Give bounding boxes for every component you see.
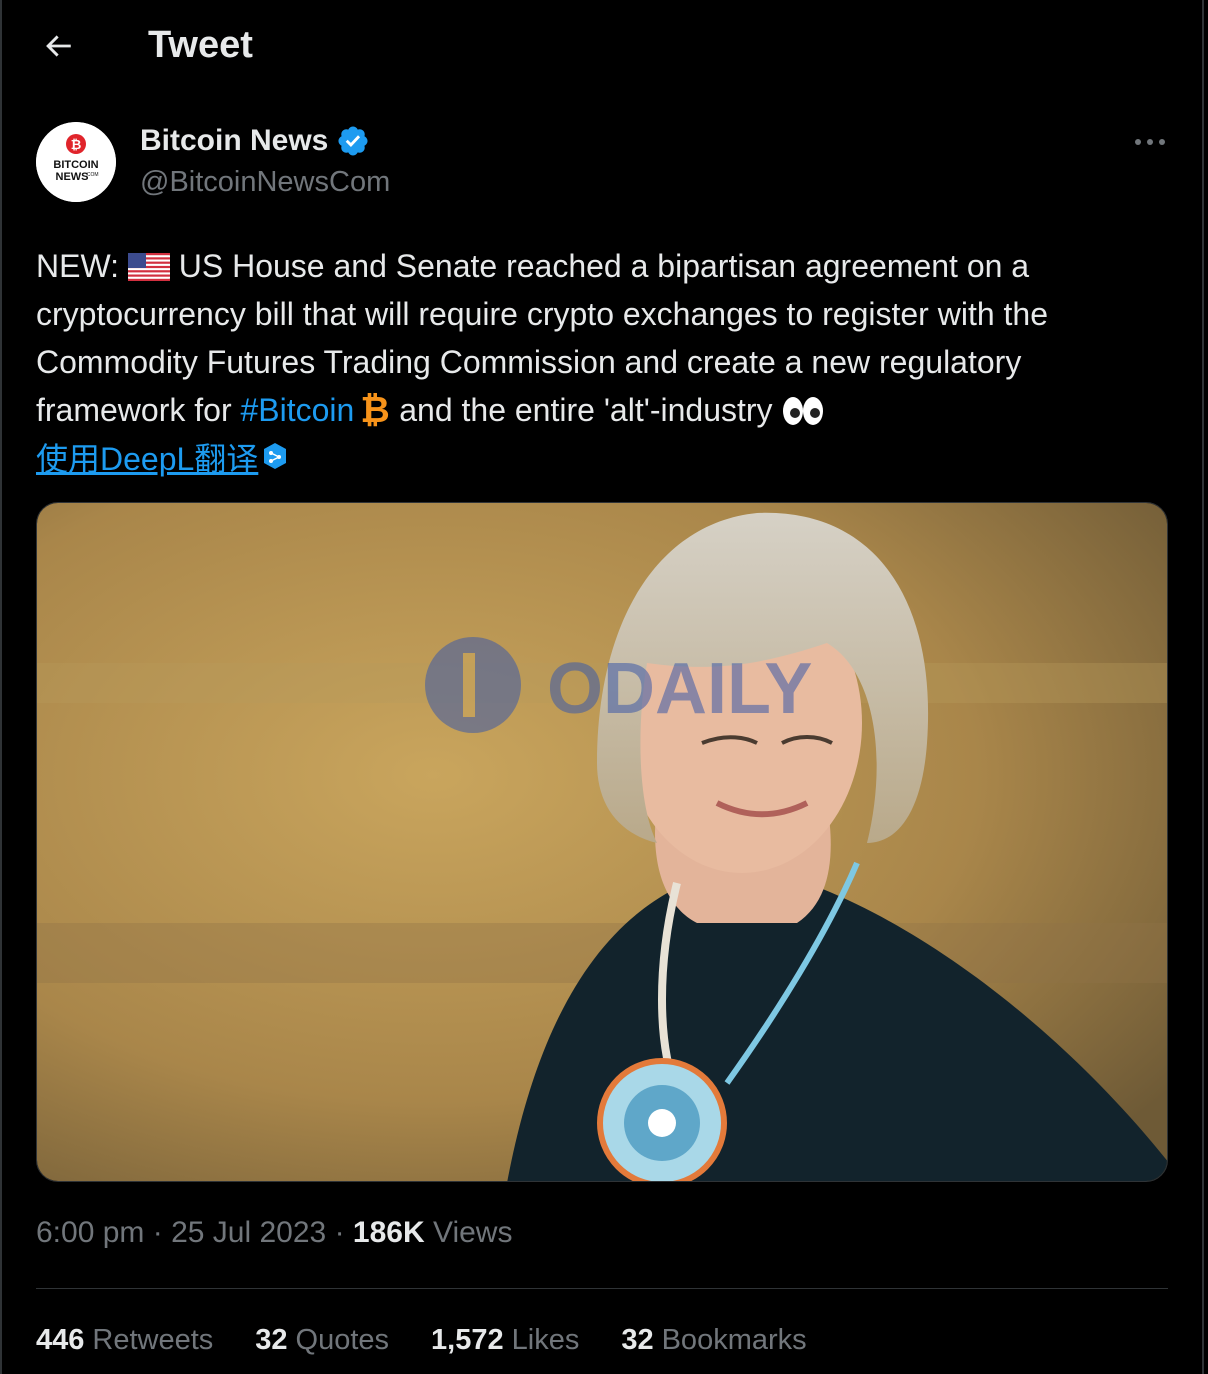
translate-link[interactable]: 使用DeepL翻译: [36, 434, 288, 480]
svg-text:.COM: .COM: [85, 172, 98, 178]
back-arrow-icon: [46, 35, 71, 57]
author-name-row: Bitcoin News: [140, 124, 370, 158]
back-button[interactable]: [38, 26, 78, 66]
tweet-stats: 446 Retweets 32 Quotes 1,572 Likes 32 Bookma…: [36, 1324, 849, 1357]
views-count: 186K: [352, 1216, 425, 1249]
retweets-label: Retweets: [92, 1324, 214, 1356]
views-label: Views: [432, 1216, 513, 1249]
hashtag-link[interactable]: #Bitcoin: [240, 392, 354, 428]
retweets-count: 446: [36, 1324, 85, 1356]
tweet-time[interactable]: 6:00 pm: [36, 1216, 144, 1249]
translate-label: 使用DeepL翻译: [36, 441, 259, 477]
svg-text:NEWS: NEWS: [56, 171, 89, 183]
more-options-icon: [1135, 139, 1165, 145]
tweet-meta: 6:00 pm · 25 Jul 2023 · 186K Views: [36, 1216, 512, 1250]
bookmarks-label: Bookmarks: [661, 1324, 807, 1356]
svg-text:BITCOIN: BITCOIN: [53, 159, 98, 171]
svg-text:₿: ₿: [361, 390, 390, 429]
quotes-count: 32: [255, 1324, 288, 1356]
eyes-icon: [783, 397, 824, 425]
author-name[interactable]: Bitcoin News: [140, 124, 328, 158]
bitcoin-icon: ₿: [361, 390, 390, 431]
bookmarks-stat[interactable]: 32 Bookmarks: [621, 1324, 806, 1357]
bitcoin-news-logo: ₿ BITCOIN NEWS .COM: [36, 122, 116, 202]
deepl-icon: [264, 443, 287, 469]
page-header: Tweet: [0, 0, 1208, 92]
us-flag-icon: [127, 253, 170, 281]
author-handle[interactable]: @BitcoinNewsCom: [140, 166, 390, 199]
avatar[interactable]: ₿ BITCOIN NEWS .COM: [36, 122, 116, 202]
quotes-stat[interactable]: 32 Quotes: [255, 1324, 389, 1357]
tweet-text: NEW: US House and Senate reached a bipar…: [36, 242, 1166, 434]
portrait-photo: ODAILY: [37, 503, 1167, 1181]
tweet-text-part2: and the entire 'alt'-industry: [390, 392, 782, 428]
watermark: ODAILY: [425, 637, 812, 733]
tweet-prefix: NEW:: [36, 248, 128, 284]
likes-stat[interactable]: 1,572 Likes: [431, 1324, 579, 1357]
likes-count: 1,572: [431, 1324, 504, 1356]
verified-badge-icon: [338, 126, 368, 156]
meta-separator: ·: [152, 1216, 163, 1249]
svg-text:₿: ₿: [71, 137, 82, 152]
svg-text:ODAILY: ODAILY: [547, 649, 812, 729]
more-options-button[interactable]: [1132, 128, 1168, 156]
bookmarks-count: 32: [621, 1324, 654, 1356]
quotes-label: Quotes: [295, 1324, 390, 1356]
page-title: Tweet: [148, 24, 253, 66]
divider: [36, 1288, 1168, 1289]
retweets-stat[interactable]: 446 Retweets: [36, 1324, 213, 1357]
meta-separator: ·: [334, 1216, 345, 1249]
likes-label: Likes: [511, 1324, 580, 1356]
tweet-date[interactable]: 25 Jul 2023: [171, 1216, 326, 1249]
tweet-image[interactable]: ODAILY: [36, 502, 1168, 1182]
